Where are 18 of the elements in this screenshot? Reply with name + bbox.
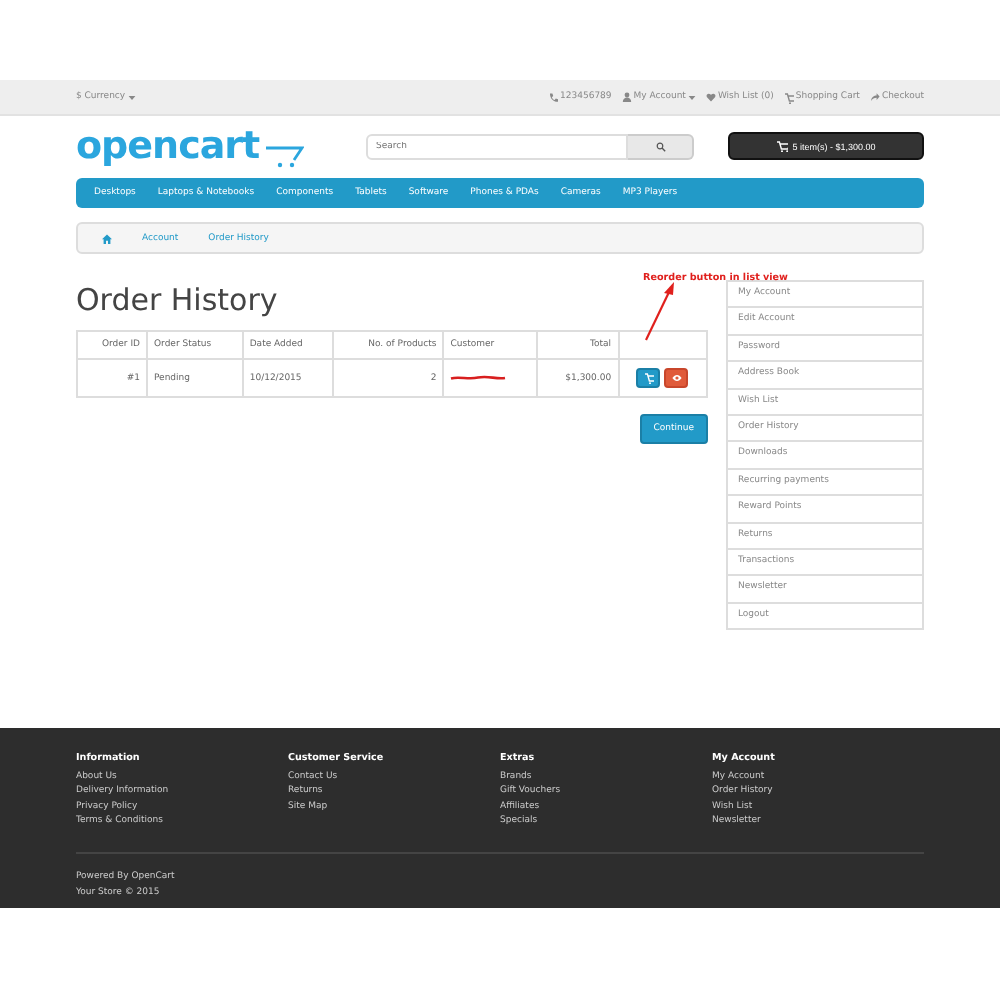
home-icon bbox=[102, 233, 112, 243]
person-icon bbox=[621, 91, 632, 103]
reorder-button[interactable] bbox=[636, 368, 661, 388]
phone-icon bbox=[548, 92, 559, 102]
annotation-arrow bbox=[645, 282, 674, 341]
page-title: Order History bbox=[76, 282, 278, 318]
share-arrow-icon bbox=[869, 91, 880, 103]
cart-icon bbox=[783, 91, 794, 103]
cart-icon bbox=[643, 372, 654, 384]
heart-icon bbox=[705, 91, 716, 103]
view-button[interactable] bbox=[664, 368, 689, 388]
eye-icon bbox=[671, 374, 682, 382]
caret-icon bbox=[687, 93, 696, 101]
logo[interactable]: opencart bbox=[76, 124, 260, 168]
search-icon bbox=[655, 141, 665, 151]
cart-logo-icon bbox=[263, 144, 304, 168]
caret-icon bbox=[127, 93, 136, 101]
cart-icon bbox=[776, 140, 789, 152]
